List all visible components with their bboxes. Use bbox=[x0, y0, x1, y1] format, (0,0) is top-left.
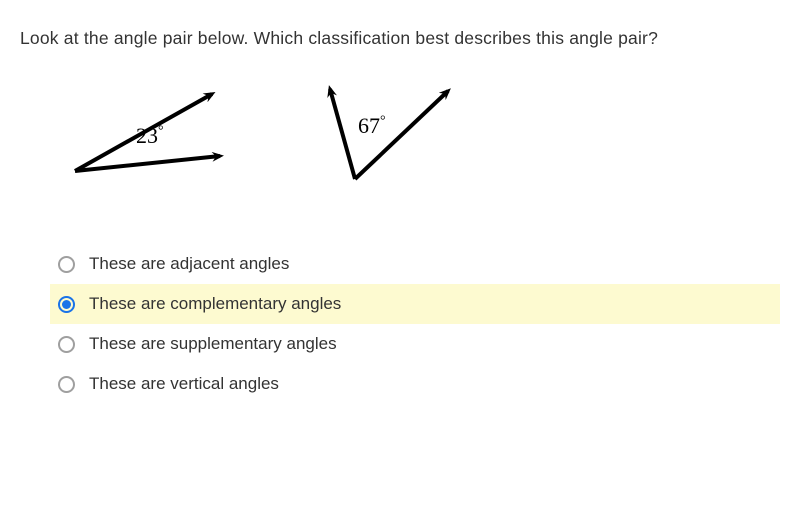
angle-2: 67° bbox=[300, 79, 470, 194]
option-label: These are vertical angles bbox=[89, 374, 279, 394]
option-complementary[interactable]: These are complementary angles bbox=[50, 284, 780, 324]
degree-symbol-2: ° bbox=[380, 114, 386, 129]
angle-2-label: 67° bbox=[358, 113, 386, 139]
option-vertical[interactable]: These are vertical angles bbox=[50, 364, 780, 404]
angle-1-value: 23 bbox=[136, 123, 158, 148]
question-container: Look at the angle pair below. Which clas… bbox=[0, 0, 800, 424]
degree-symbol-1: ° bbox=[158, 124, 164, 139]
radio-icon bbox=[58, 296, 75, 313]
radio-icon bbox=[58, 376, 75, 393]
angle-1-label: 23° bbox=[136, 123, 164, 149]
angle-1: 23° bbox=[50, 79, 240, 194]
option-label: These are supplementary angles bbox=[89, 334, 337, 354]
option-adjacent[interactable]: These are adjacent angles bbox=[50, 244, 780, 284]
radio-icon bbox=[58, 336, 75, 353]
options-list: These are adjacent angles These are comp… bbox=[50, 244, 780, 404]
angle-2-value: 67 bbox=[358, 113, 380, 138]
option-label: These are adjacent angles bbox=[89, 254, 289, 274]
option-label: These are complementary angles bbox=[89, 294, 341, 314]
radio-dot-icon bbox=[62, 300, 71, 309]
radio-icon bbox=[58, 256, 75, 273]
question-text: Look at the angle pair below. Which clas… bbox=[20, 28, 780, 49]
angle-figure: 23° 67° bbox=[50, 79, 780, 194]
option-supplementary[interactable]: These are supplementary angles bbox=[50, 324, 780, 364]
